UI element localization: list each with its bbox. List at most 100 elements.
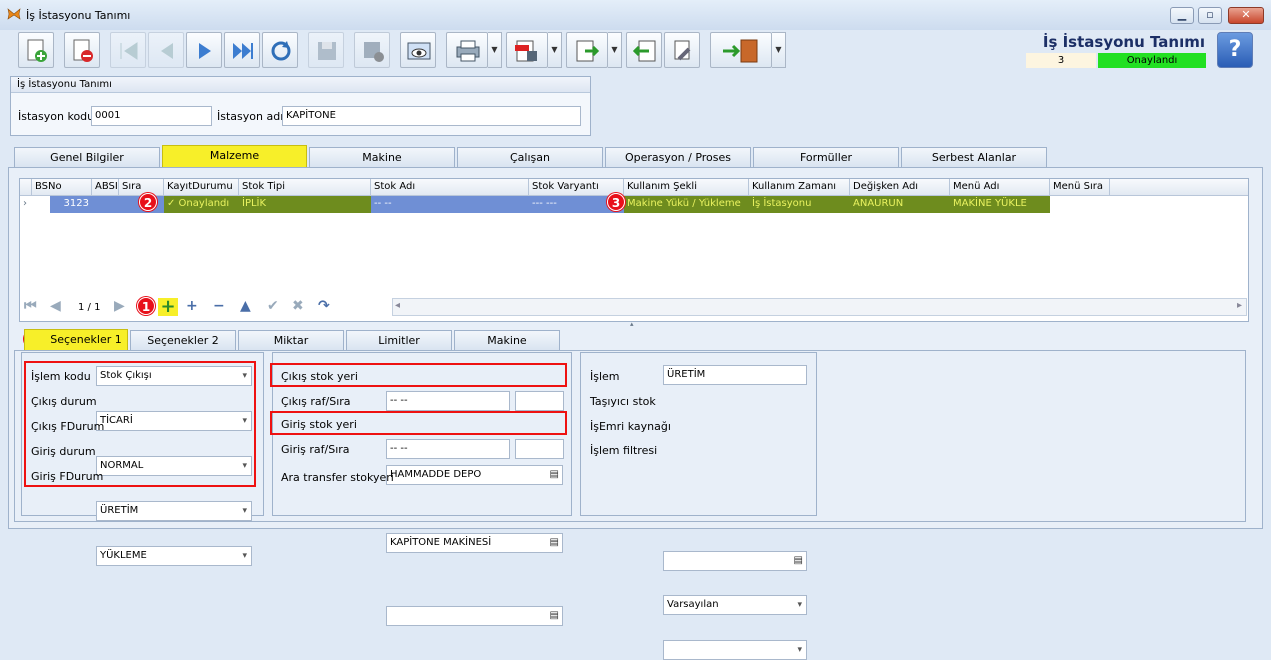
cikis-stok-input[interactable]: HAMMADDE DEPO	[386, 465, 563, 485]
col-stok-adi[interactable]: Stok Adı	[371, 179, 529, 196]
subtab-makine[interactable]: Makine	[454, 330, 560, 351]
form-title: İş İstasyonu Tanımı	[1042, 33, 1205, 51]
print-dropdown[interactable]: ▼	[488, 32, 502, 68]
station-code-input[interactable]: 0001	[91, 106, 212, 126]
cikis-sira-input[interactable]	[515, 391, 564, 411]
minimize-button[interactable]: ▁	[1170, 7, 1194, 24]
nav-next-icon[interactable]: ▶	[114, 298, 125, 314]
first-record-button[interactable]	[110, 32, 146, 68]
cell-degisken-adi[interactable]: ANAURUN	[850, 196, 950, 213]
cell-kullanim-sekli[interactable]: Makine Yükü / Yükleme	[624, 196, 749, 213]
station-name-input[interactable]: KAPİTONE	[282, 106, 581, 126]
islem-label: İşlem	[590, 370, 620, 383]
giris-fdurum-select[interactable]: YÜKLEME	[96, 546, 252, 566]
col-sira[interactable]: Sıra	[119, 179, 164, 196]
tab-malzeme[interactable]: Malzeme	[162, 145, 307, 168]
maximize-button[interactable]: ▫	[1198, 7, 1222, 24]
tab-makine[interactable]: Makine	[309, 147, 455, 168]
remove-row-icon[interactable]: −	[213, 298, 225, 314]
splitter-icon[interactable]: ▴	[630, 320, 634, 328]
redo-icon[interactable]: ↷	[318, 298, 330, 314]
col-menu-sira[interactable]: Menü Sıra	[1050, 179, 1110, 196]
delete-record-button[interactable]	[64, 32, 100, 68]
subtab-secenekler-2[interactable]: Seçenekler 2	[130, 330, 236, 351]
subtab-limitler[interactable]: Limitler	[346, 330, 452, 351]
islem-kodu-select[interactable]: Stok Çıkışı	[96, 366, 252, 386]
subtab-miktar[interactable]: Miktar	[238, 330, 344, 351]
tab-operasyon[interactable]: Operasyon / Proses	[605, 147, 751, 168]
cikis-fdurum-select[interactable]: NORMAL	[96, 456, 252, 476]
cell-menu-adi[interactable]: MAKİNE YÜKLE	[950, 196, 1050, 213]
butterfly-icon	[7, 8, 21, 21]
ara-transfer-input[interactable]	[386, 606, 563, 626]
cell-stok-adi[interactable]: -- --	[371, 196, 529, 213]
giris-raf-label: Giriş raf/Sıra	[281, 443, 350, 456]
cikis-durum-select[interactable]: TİCARİ	[96, 411, 252, 431]
cell-bsno[interactable]: 3123	[50, 196, 92, 213]
pdf-button[interactable]	[506, 32, 548, 68]
cikis-fdurum-label: Çıkış FDurum	[31, 420, 105, 433]
pdf-dropdown[interactable]: ▼	[548, 32, 562, 68]
col-stok-tipi[interactable]: Stok Tipi	[239, 179, 371, 196]
confirm-icon[interactable]: ✔	[267, 298, 279, 314]
cell-kullanim-zamani[interactable]: İş İstasyonu	[749, 196, 850, 213]
refresh-button[interactable]	[262, 32, 298, 68]
scroll-right-icon[interactable]: ▸	[1237, 300, 1242, 311]
tab-calisan[interactable]: Çalışan	[457, 147, 603, 168]
new-record-button[interactable]	[18, 32, 54, 68]
tasiyici-label: Taşıyıcı stok	[590, 395, 656, 408]
last-record-button[interactable]	[224, 32, 260, 68]
col-kayitdurumu[interactable]: KayıtDurumu	[164, 179, 239, 196]
next-record-button[interactable]	[186, 32, 222, 68]
isemri-label: İşEmri kaynağı	[590, 420, 671, 433]
col-degisken-adi[interactable]: Değişken Adı	[850, 179, 950, 196]
nav-pager: 1 / 1	[78, 302, 101, 313]
giris-sira-input[interactable]	[515, 439, 564, 459]
add-row-icon[interactable]: +	[158, 298, 178, 316]
help-button[interactable]: ?	[1217, 32, 1253, 68]
scroll-left-icon[interactable]: ◂	[395, 300, 400, 311]
status-badge: Onaylandı	[1098, 53, 1206, 68]
prev-record-button[interactable]	[148, 32, 184, 68]
col-absi[interactable]: ABSI	[92, 179, 119, 196]
export-button[interactable]	[566, 32, 608, 68]
save-button[interactable]	[308, 32, 344, 68]
filtre-select[interactable]	[663, 640, 807, 660]
col-menu-adi[interactable]: Menü Adı	[950, 179, 1050, 196]
nav-prev-icon[interactable]: ◀	[50, 298, 61, 314]
cancel-save-button[interactable]	[354, 32, 390, 68]
col-bsno[interactable]: BSNo	[32, 179, 92, 196]
exit-button[interactable]	[710, 32, 772, 68]
nav-first-icon[interactable]: ⏮	[24, 298, 37, 314]
subtab-secenekler-1[interactable]: Seçenekler 1	[24, 329, 128, 350]
islem-input[interactable]: ÜRETİM	[663, 365, 807, 385]
isemri-select[interactable]: Varsayılan	[663, 595, 807, 615]
table-row[interactable]: › 3123 ✓ Onaylandı İPLİK -- -- --- --- M…	[20, 196, 1248, 213]
grid-hscrollbar[interactable]	[392, 298, 1247, 316]
export-dropdown[interactable]: ▼	[608, 32, 622, 68]
preview-button[interactable]	[400, 32, 436, 68]
import-button[interactable]	[626, 32, 662, 68]
cell-kayitdurumu[interactable]: ✓ Onaylandı	[164, 196, 239, 213]
print-button[interactable]	[446, 32, 488, 68]
cell-stok-tipi[interactable]: İPLİK	[239, 196, 371, 213]
tasiyici-input[interactable]	[663, 551, 807, 571]
tab-serbest-alanlar[interactable]: Serbest Alanlar	[901, 147, 1047, 168]
col-stok-varyanti[interactable]: Stok Varyantı	[529, 179, 624, 196]
settings-button[interactable]	[664, 32, 700, 68]
close-button[interactable]: ✕	[1228, 7, 1264, 24]
giris-durum-select[interactable]: ÜRETİM	[96, 501, 252, 521]
col-kullanim-zamani[interactable]: Kullanım Zamanı	[749, 179, 850, 196]
cell-menu-sira[interactable]	[1050, 196, 1110, 213]
tab-genel-bilgiler[interactable]: Genel Bilgiler	[14, 147, 160, 168]
giris-stok-input[interactable]: KAPİTONE MAKİNESİ	[386, 533, 563, 553]
giris-raf-input[interactable]: -- --	[386, 439, 510, 459]
insert-row-icon[interactable]: +	[186, 298, 198, 314]
islem-kodu-label: İşlem kodu	[31, 370, 91, 383]
exit-dropdown[interactable]: ▼	[772, 32, 786, 68]
move-up-icon[interactable]: ▲	[240, 298, 251, 314]
col-kullanim-sekli[interactable]: Kullanım Şekli	[624, 179, 749, 196]
cancel-icon[interactable]: ✖	[292, 298, 304, 314]
cikis-raf-input[interactable]: -- --	[386, 391, 510, 411]
tab-formuller[interactable]: Formüller	[753, 147, 899, 168]
